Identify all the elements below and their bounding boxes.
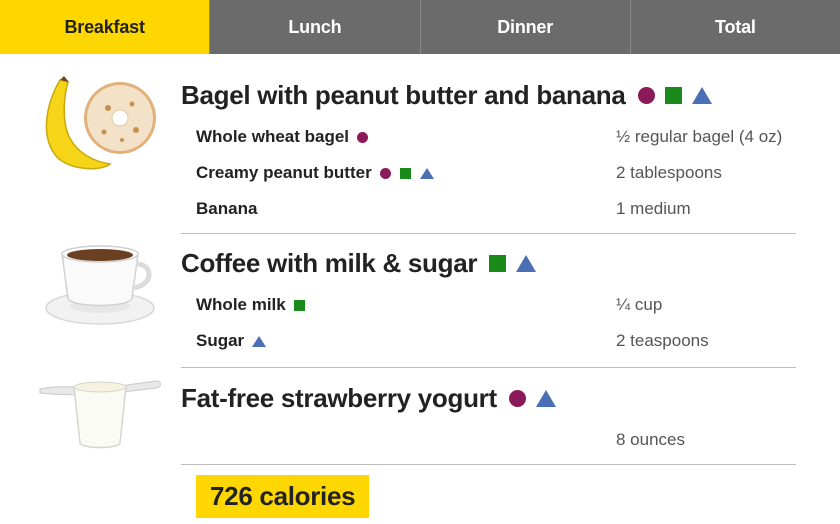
calorie-total-badge: 726 calories bbox=[196, 475, 370, 518]
ingredient-label: Sugar bbox=[196, 331, 245, 350]
ingredient-row: Banana 1 medium bbox=[196, 199, 796, 221]
ingredient-row: Sugar 2 teaspoons bbox=[196, 331, 796, 353]
food-group-markers bbox=[357, 131, 377, 143]
triangle-marker-icon bbox=[252, 335, 267, 347]
meal-item-title-bagel: Bagel with peanut butter and banana bbox=[181, 80, 722, 111]
tab-breakfast[interactable]: Breakfast bbox=[0, 0, 210, 54]
ingredient-quantity: ¼ cup bbox=[616, 295, 663, 314]
coffee-cup-image bbox=[45, 245, 155, 325]
ingredient-name: Creamy peanut butter bbox=[196, 163, 443, 183]
meal-tabs: Breakfast Lunch Dinner Total bbox=[0, 0, 840, 54]
circle-marker-icon bbox=[508, 390, 526, 407]
ingredient-quantity: 8 ounces bbox=[616, 430, 685, 449]
square-marker-icon bbox=[489, 255, 507, 272]
meal-item-title-yogurt: Fat-free strawberry yogurt bbox=[181, 383, 566, 414]
ingredient-quantity: 2 teaspoons bbox=[616, 331, 709, 350]
ingredient-name: Whole milk bbox=[196, 295, 314, 315]
meal-item-title-text: Bagel with peanut butter and banana bbox=[181, 80, 626, 110]
circle-marker-icon bbox=[357, 131, 369, 143]
ingredient-row: Whole milk ¼ cup bbox=[196, 295, 796, 317]
square-marker-icon bbox=[399, 167, 411, 179]
meal-item-title-text: Coffee with milk & sugar bbox=[181, 248, 478, 278]
divider bbox=[181, 464, 796, 465]
divider bbox=[181, 367, 796, 368]
food-group-markers bbox=[508, 390, 566, 407]
meal-item-title-coffee: Coffee with milk & sugar bbox=[181, 248, 546, 279]
square-marker-icon bbox=[664, 87, 682, 104]
bagel-banana-image bbox=[45, 76, 156, 170]
ingredient-label: Banana bbox=[196, 199, 258, 218]
divider bbox=[181, 233, 796, 234]
food-group-markers bbox=[379, 167, 443, 179]
food-group-markers bbox=[489, 255, 546, 272]
ingredient-name: Banana bbox=[196, 199, 257, 219]
tab-total[interactable]: Total bbox=[629, 0, 840, 54]
circle-marker-icon bbox=[379, 167, 391, 179]
tab-lunch[interactable]: Lunch bbox=[209, 0, 420, 54]
ingredient-quantity: 2 tablespoons bbox=[616, 163, 722, 182]
ingredient-name: Sugar bbox=[196, 331, 275, 351]
ingredient-label: Creamy peanut butter bbox=[196, 163, 372, 182]
food-group-markers bbox=[637, 87, 722, 104]
triangle-marker-icon bbox=[691, 87, 712, 104]
yogurt-cup-image bbox=[39, 380, 161, 449]
meal-item-title-text: Fat-free strawberry yogurt bbox=[181, 383, 497, 413]
ingredient-quantity: 1 medium bbox=[616, 199, 691, 218]
food-group-markers bbox=[293, 299, 314, 311]
square-marker-icon bbox=[293, 299, 305, 311]
ingredient-quantity: ½ regular bagel (4 oz) bbox=[616, 127, 783, 146]
triangle-marker-icon bbox=[535, 390, 556, 407]
tab-dinner[interactable]: Dinner bbox=[419, 0, 630, 54]
ingredient-row: Whole wheat bagel ½ regular bagel (4 oz) bbox=[196, 127, 796, 149]
triangle-marker-icon bbox=[516, 255, 537, 272]
ingredient-label: Whole wheat bagel bbox=[196, 127, 350, 146]
ingredient-row: 8 ounces bbox=[196, 430, 796, 452]
triangle-marker-icon bbox=[419, 167, 434, 179]
ingredient-label: Whole milk bbox=[196, 295, 286, 314]
ingredient-name: Whole wheat bagel bbox=[196, 127, 377, 147]
circle-marker-icon bbox=[637, 87, 655, 104]
ingredient-row: Creamy peanut butter 2 tablespoons bbox=[196, 163, 796, 185]
food-group-markers bbox=[252, 335, 275, 347]
